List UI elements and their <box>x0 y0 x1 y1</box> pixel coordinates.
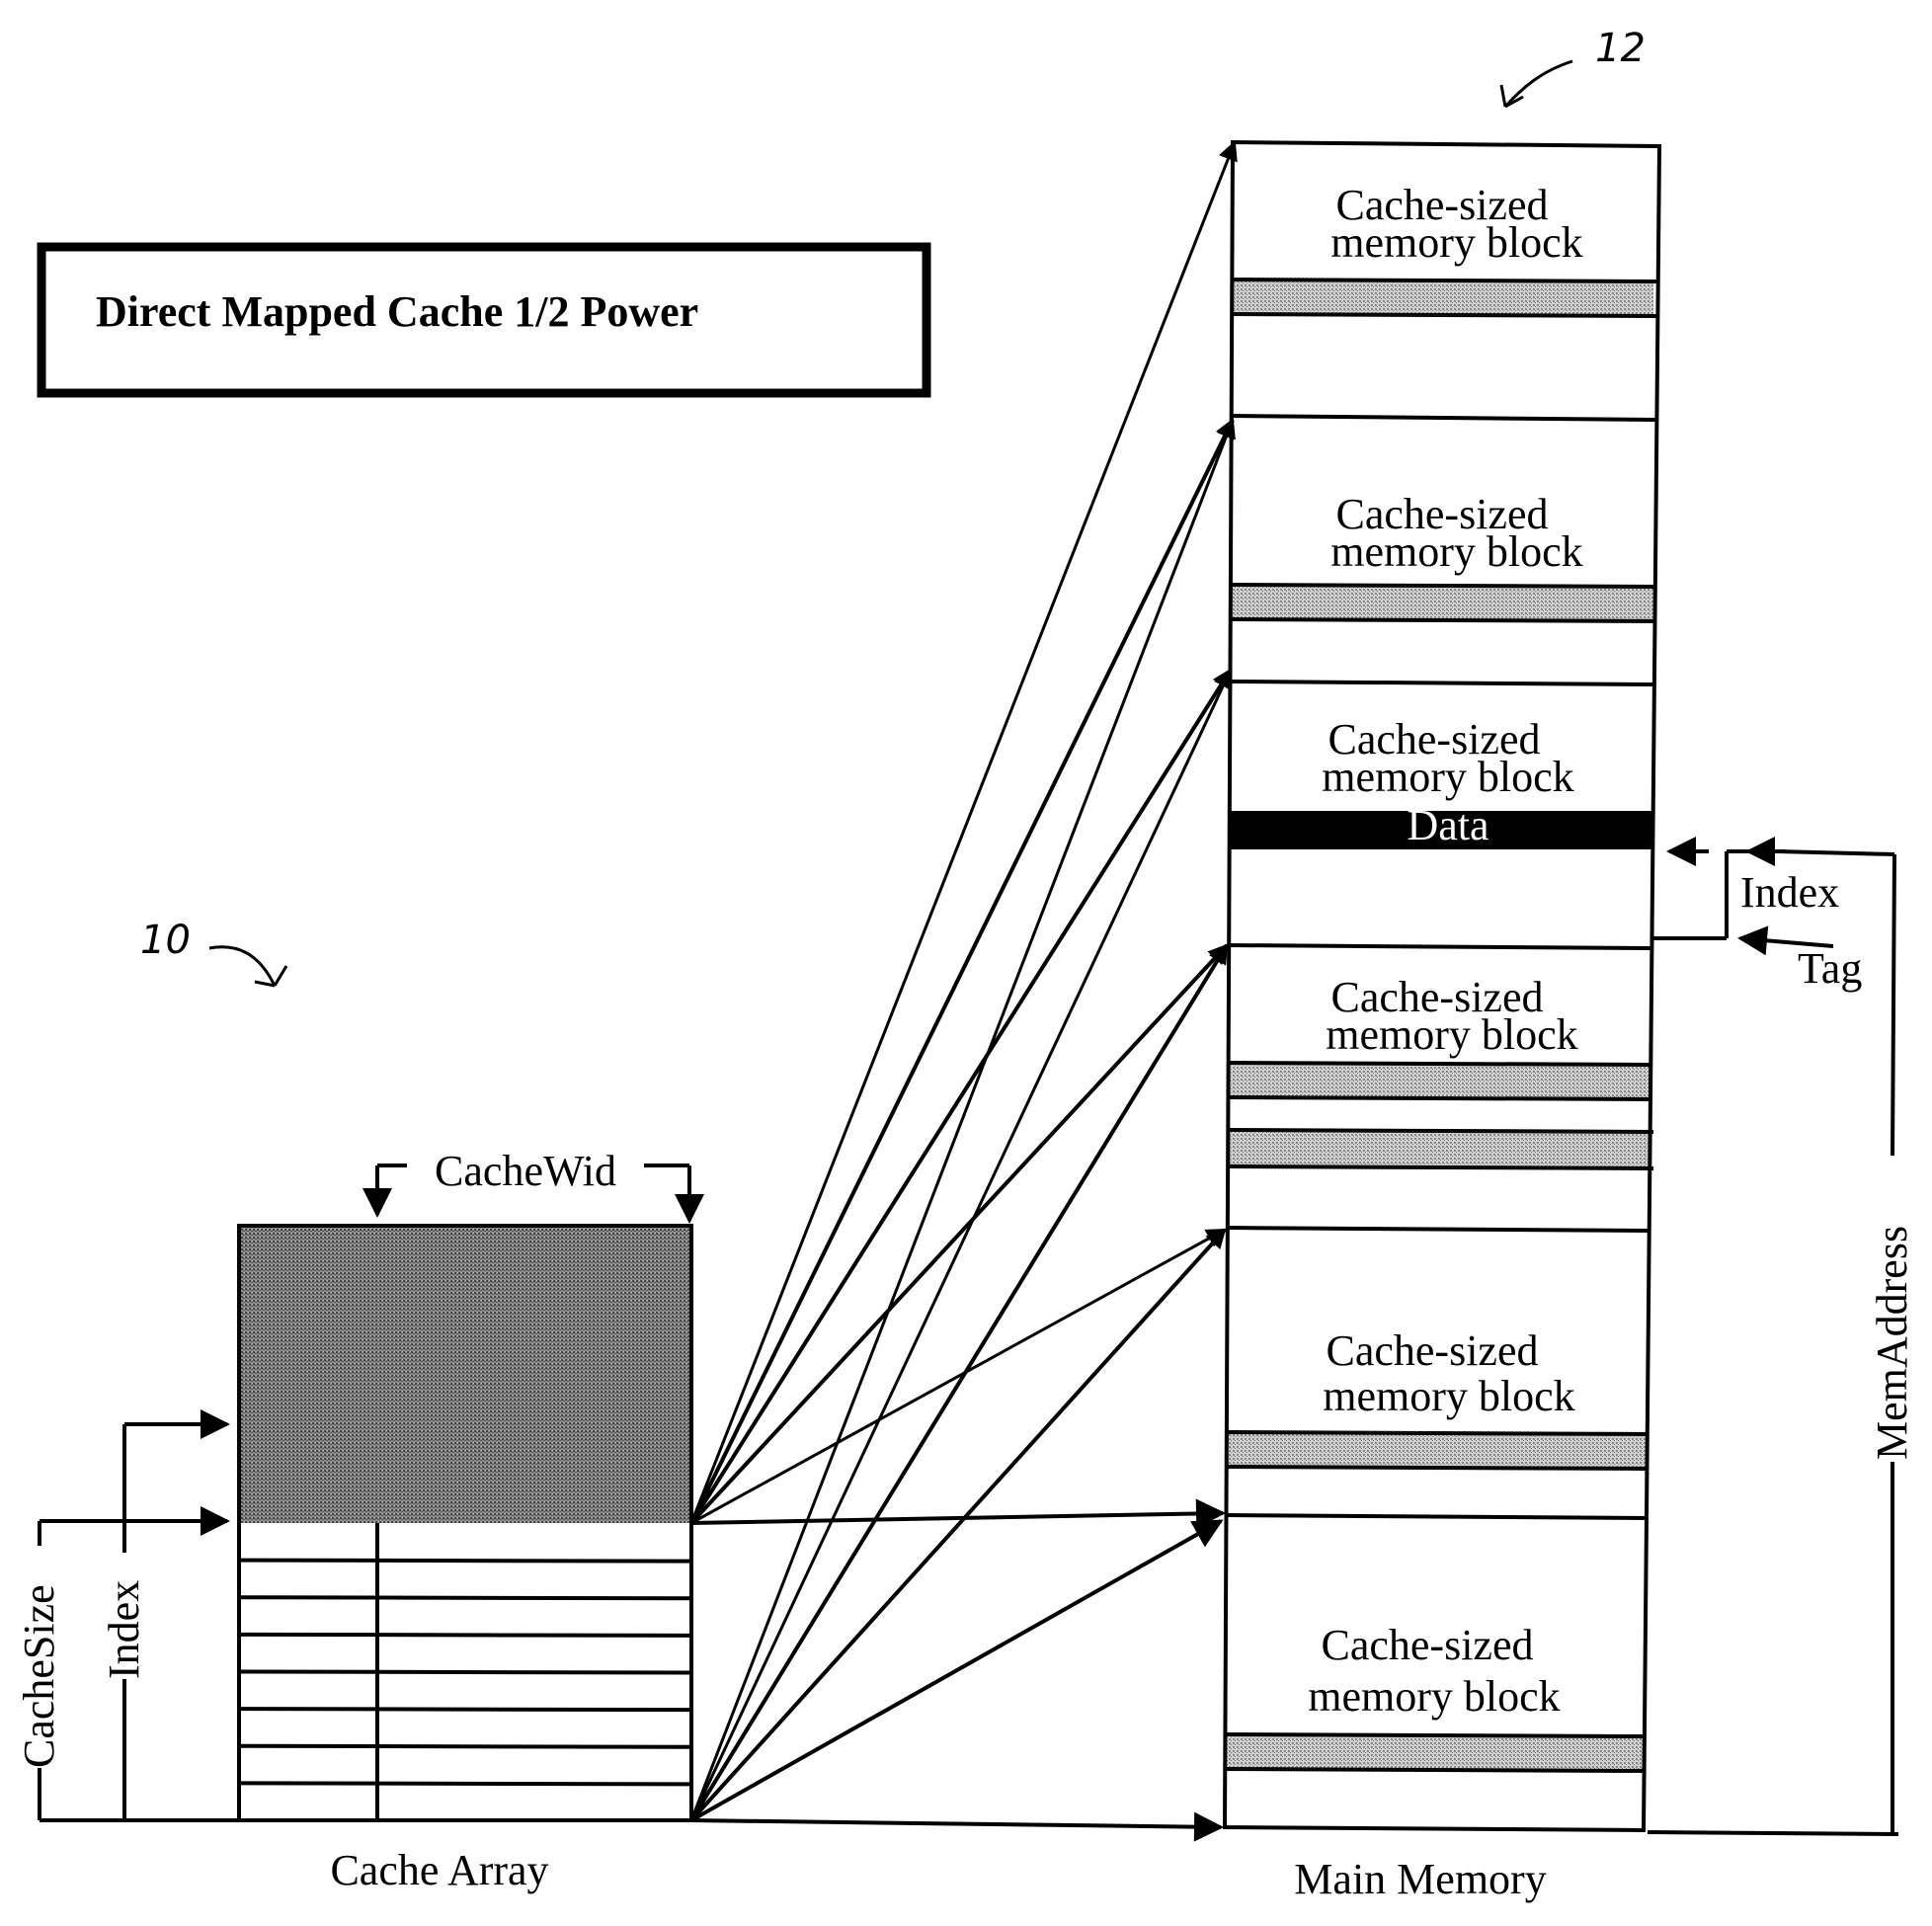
tag-band-6 <box>1225 1734 1644 1769</box>
memory-block-line2: memory block <box>1322 753 1573 801</box>
ref-arrowhead-12-icon <box>1499 84 1524 109</box>
cache-row-divider <box>238 1707 692 1713</box>
data-label: Data <box>1407 801 1489 849</box>
cache-row-divider <box>238 1558 692 1564</box>
cache-row-divider <box>238 1743 692 1749</box>
tag-band-2 <box>1231 585 1653 619</box>
memory-block-line1: Cache-sized <box>1322 1621 1534 1669</box>
cache-index-label: Index <box>100 1580 148 1679</box>
tag-band-3 <box>1229 1063 1650 1097</box>
cache-rows <box>238 1558 692 1787</box>
mapping-arrow <box>689 943 1229 1822</box>
mapping-arrow <box>690 1228 1227 1525</box>
mapping-arrow <box>689 418 1236 1821</box>
memory-block-5: Cache-sized memory block <box>1323 1326 1574 1420</box>
cache-row-divider <box>238 1781 692 1787</box>
diagram-canvas: Direct Mapped Cache 1/2 Power 12 10 Cach… <box>15 26 1916 1903</box>
main-memory-label: Main Memory <box>1294 1855 1546 1903</box>
memory-block-2: Cache-sized memory block <box>1330 490 1582 576</box>
cache-array: Cache Array <box>237 1224 693 1894</box>
memory-block-6: Cache-sized memory block <box>1308 1621 1560 1721</box>
mem-address-label: MemAddress <box>1868 1226 1916 1460</box>
figure-title: Direct Mapped Cache 1/2 Power <box>96 287 698 336</box>
cache-size-label: CacheSize <box>15 1584 63 1768</box>
tag-band-1 <box>1231 280 1653 314</box>
cache-row-divider <box>238 1595 692 1601</box>
address-index-label: Index <box>1740 868 1839 917</box>
cache-array-label: Cache Array <box>330 1846 548 1894</box>
memory-block-4: Cache-sized memory block <box>1326 973 1577 1059</box>
mapping-arrow <box>690 1498 1226 1529</box>
memory-block-line2: memory block <box>1330 218 1582 267</box>
mapping-arrow <box>689 418 1235 1524</box>
mapping-arrow <box>690 1811 1224 1842</box>
memory-block-line2: memory block <box>1330 527 1582 576</box>
mem-address-bracket <box>1647 837 1899 1836</box>
mapping-arrow <box>689 668 1233 1525</box>
cache-row-divider <box>238 1669 692 1675</box>
patent-figure: Direct Mapped Cache 1/2 Power 12 10 Cach… <box>0 0 1932 1926</box>
memory-block-line2: memory block <box>1308 1672 1560 1721</box>
cache-width-label: CacheWid <box>435 1147 616 1195</box>
address-tag-label: Tag <box>1798 944 1862 993</box>
mapping-arrow <box>689 943 1229 1525</box>
ref-numeral-12: 12 <box>1499 26 1646 109</box>
ref-label-10: 10 <box>140 918 191 963</box>
main-memory: Cache-sized memory block Cache-sized mem… <box>1222 139 1662 1903</box>
tag-band-5 <box>1227 1432 1648 1467</box>
cache-row-divider <box>238 1632 692 1638</box>
ref-arrow-10-icon <box>208 945 277 987</box>
memory-block-line1: Cache-sized <box>1327 1326 1539 1375</box>
ref-label-12: 12 <box>1595 26 1646 71</box>
memory-block-line2: memory block <box>1323 1372 1574 1420</box>
memory-block-1: Cache-sized memory block <box>1330 181 1582 267</box>
title-box: Direct Mapped Cache 1/2 Power <box>37 242 931 398</box>
cache-shaded-region <box>239 1226 691 1523</box>
memory-block-line2: memory block <box>1326 1010 1577 1059</box>
mapping-arrow <box>690 1519 1224 1822</box>
mapping-arrow <box>689 668 1233 1821</box>
tag-band-4 <box>1229 1130 1651 1166</box>
ref-numeral-10: 10 <box>140 918 288 988</box>
